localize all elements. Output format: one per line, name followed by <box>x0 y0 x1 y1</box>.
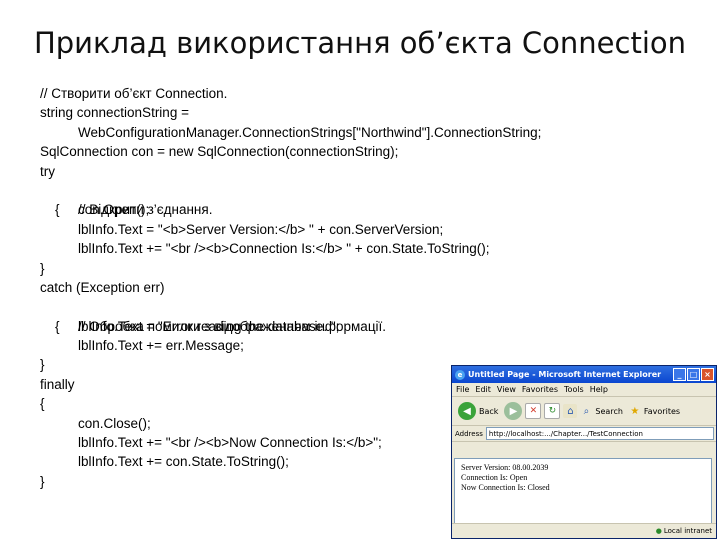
menu-edit[interactable]: Edit <box>475 385 491 394</box>
code-line: string connectionString = <box>40 105 189 121</box>
code-line: } <box>40 260 45 276</box>
connection-state-text: Connection Is: Open <box>461 473 528 482</box>
menu-file[interactable]: File <box>456 385 469 394</box>
status-zone-label: Local intranet <box>663 527 712 535</box>
close-icon[interactable]: × <box>701 368 714 381</box>
forward-arrow-icon[interactable]: ▶ <box>504 402 523 420</box>
ie-logo-icon: e <box>455 369 465 380</box>
search-icon[interactable]: ⌕ <box>580 402 592 420</box>
intranet-icon: ● <box>655 527 662 535</box>
browser-titlebar: e Untitled Page - Microsoft Internet Exp… <box>452 366 716 383</box>
home-icon[interactable]: ⌂ <box>563 404 578 418</box>
code-line: SqlConnection con = new SqlConnection(co… <box>40 144 399 160</box>
code-line-brace-row: { // Обробка помилки з відображенням інфо… <box>40 297 690 334</box>
code-line: lblInfo.Text = "<b>Server Version:</b> "… <box>78 221 444 237</box>
stop-icon[interactable]: ✕ <box>525 403 542 419</box>
browser-menu-bar: File Edit View Favorites Tools Help <box>452 383 716 397</box>
code-line: // Створити об’єкт Connection. <box>40 86 228 101</box>
minimize-icon[interactable]: _ <box>673 368 686 381</box>
code-line: lblInfo.Text += "<br /><b>Connection Is:… <box>78 241 490 257</box>
menu-help[interactable]: Help <box>590 385 608 394</box>
back-label[interactable]: Back <box>479 407 498 416</box>
back-arrow-icon[interactable]: ◀ <box>458 402 476 420</box>
code-line-brace-row: { // Відкрити з’єднання. <box>40 181 690 217</box>
search-label[interactable]: Search <box>595 407 622 416</box>
browser-window: e Untitled Page - Microsoft Internet Exp… <box>451 365 717 539</box>
now-connection-state-text: Now Connection Is: Closed <box>461 483 550 492</box>
code-brace: { <box>55 318 60 334</box>
menu-favorites[interactable]: Favorites <box>522 385 558 394</box>
maximize-icon[interactable]: □ <box>687 368 700 381</box>
menu-tools[interactable]: Tools <box>564 385 584 394</box>
address-input[interactable]: http://localhost:.../Chapter.../TestConn… <box>485 427 714 440</box>
favorites-label[interactable]: Favorites <box>644 407 680 416</box>
browser-title: Untitled Page - Microsoft Internet Explo… <box>468 370 662 379</box>
address-bar: Address http://localhost:.../Chapter.../… <box>452 426 716 442</box>
menu-view[interactable]: View <box>497 385 516 394</box>
server-version-text: Server Version: 08.00.2039 <box>461 463 549 472</box>
code-line: try <box>40 163 55 179</box>
code-line: lblInfo.Text += err.Message; <box>78 338 244 354</box>
code-line: catch (Exception err) <box>40 279 165 295</box>
browser-content: Server Version: 08.00.2039 Connection Is… <box>454 458 712 524</box>
code-line: WebConfigurationManager.ConnectionString… <box>78 124 542 140</box>
status-bar: ● Local intranet <box>452 523 716 538</box>
refresh-icon[interactable]: ↻ <box>544 403 561 419</box>
window-controls: _ □ × <box>673 368 714 381</box>
code-comment: // Відкрити з’єднання. <box>78 202 213 218</box>
status-zone: ● Local intranet <box>656 527 716 535</box>
address-label: Address <box>455 429 483 438</box>
slide-title: Приклад використання об’єкта Connection <box>33 26 687 60</box>
browser-toolbar: ◀ Back ▶ ✕ ↻ ⌂ ⌕ Search ★ Favorites <box>452 397 716 426</box>
code-comment: // Обробка помилки з відображенням інфор… <box>78 318 387 334</box>
favorites-star-icon[interactable]: ★ <box>629 402 641 420</box>
code-brace: { <box>55 202 60 218</box>
